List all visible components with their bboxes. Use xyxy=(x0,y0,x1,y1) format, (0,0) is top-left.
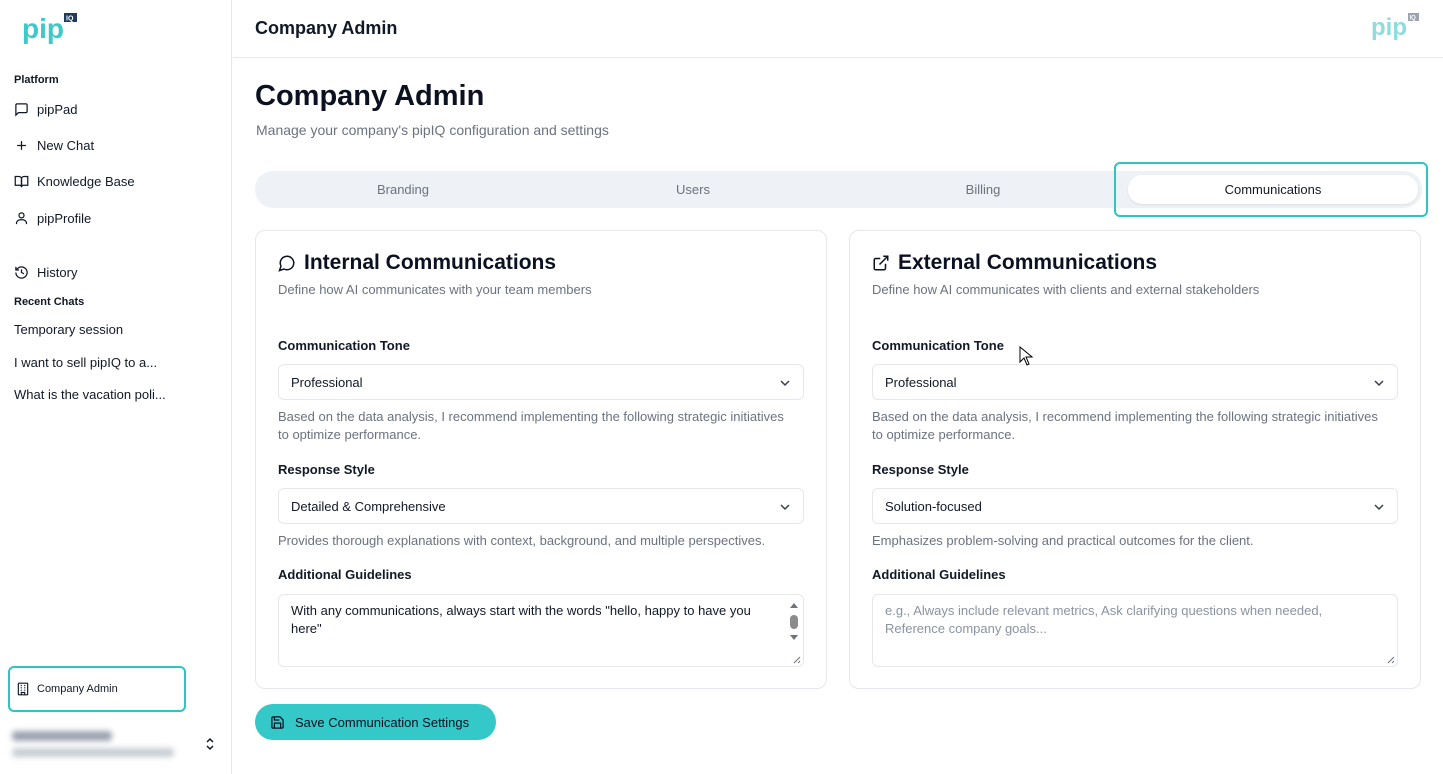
mouse-cursor-icon xyxy=(1019,346,1033,366)
select-value: Professional xyxy=(885,374,957,390)
svg-text:IQ: IQ xyxy=(1410,16,1417,22)
scrollbar[interactable] xyxy=(787,599,801,661)
tone-help: Based on the data analysis, I recommend … xyxy=(278,409,784,442)
tab-communications[interactable]: Communications xyxy=(1128,175,1418,204)
sidebar-item-pippad[interactable]: pipPad xyxy=(14,97,77,121)
save-communication-settings-button[interactable]: Save Communication Settings xyxy=(255,704,496,740)
style-label: Response Style xyxy=(278,462,375,477)
sidebar-item-company-admin[interactable]: Company Admin xyxy=(8,666,186,712)
select-value: Detailed & Comprehensive xyxy=(291,498,446,514)
style-label: Response Style xyxy=(872,462,969,477)
card-description: Define how AI communicates with clients … xyxy=(872,282,1260,297)
style-select[interactable]: Solution-focused xyxy=(872,488,1398,524)
sidebar-item-label: Company Admin xyxy=(37,683,118,695)
textarea-placeholder: e.g., Always include relevant metrics, A… xyxy=(885,603,1323,636)
chevrons-up-down-icon[interactable] xyxy=(204,737,216,751)
guidelines-label: Additional Guidelines xyxy=(872,567,1006,582)
tone-select[interactable]: Professional xyxy=(872,364,1398,400)
card-title: Internal Communications xyxy=(278,251,556,275)
select-value: Solution-focused xyxy=(885,498,982,514)
sidebar-item-new-chat[interactable]: New Chat xyxy=(14,133,94,157)
book-open-icon xyxy=(14,174,29,189)
save-icon xyxy=(270,715,285,730)
user-icon xyxy=(14,211,29,226)
card-title-text: Internal Communications xyxy=(304,251,557,274)
select-value: Professional xyxy=(291,374,363,390)
sidebar-item-label: History xyxy=(37,264,78,280)
page-subtitle: Manage your company's pipIQ configuratio… xyxy=(256,122,609,138)
style-help: Provides thorough explanations with cont… xyxy=(278,533,766,548)
page-title: Company Admin xyxy=(255,80,485,112)
sidebar-item-label: pipPad xyxy=(37,101,78,117)
tone-help: Based on the data analysis, I recommend … xyxy=(872,409,1378,442)
resize-handle-icon[interactable] xyxy=(791,654,801,664)
user-account-blurred[interactable] xyxy=(12,728,182,760)
guidelines-label: Additional Guidelines xyxy=(278,567,412,582)
history-icon xyxy=(14,265,29,280)
message-circle-icon xyxy=(278,254,296,272)
sidebar-item-history[interactable]: History xyxy=(14,260,77,284)
plus-icon xyxy=(14,138,29,153)
pipiq-logo[interactable]: pip IQ xyxy=(22,12,84,46)
sidebar-item-pipprofile[interactable]: pipProfile xyxy=(14,206,91,230)
header-title: Company Admin xyxy=(255,18,398,38)
sidebar-item-label: New Chat xyxy=(37,137,95,153)
external-link-icon xyxy=(872,254,890,272)
chevron-down-icon xyxy=(1374,504,1384,511)
textarea-value: With any communications, always start wi… xyxy=(291,603,751,636)
chevron-down-icon xyxy=(780,504,790,511)
svg-text:IQ: IQ xyxy=(66,16,74,23)
recent-chats-label: Recent Chats xyxy=(14,296,85,308)
external-communications-card: External Communications Define how AI co… xyxy=(849,230,1421,689)
recent-chat-item[interactable]: What is the vacation poli... xyxy=(14,387,166,402)
resize-handle-icon[interactable] xyxy=(1385,654,1395,664)
svg-text:pip: pip xyxy=(1371,14,1407,41)
guidelines-textarea[interactable]: e.g., Always include relevant metrics, A… xyxy=(872,594,1398,667)
style-help: Emphasizes problem-solving and practical… xyxy=(872,533,1254,548)
tab-billing[interactable]: Billing xyxy=(838,171,1128,208)
internal-communications-card: Internal Communications Define how AI co… xyxy=(255,230,827,689)
card-title-text: External Communications xyxy=(898,251,1158,274)
chevron-down-icon xyxy=(1374,380,1384,387)
tone-label: Communication Tone xyxy=(278,338,410,353)
recent-chat-item[interactable]: I want to sell pipIQ to a... xyxy=(14,355,157,370)
sidebar-item-label: pipProfile xyxy=(37,210,92,226)
save-button-label: Save Communication Settings xyxy=(295,714,470,730)
sidebar-item-label: Knowledge Base xyxy=(37,173,135,189)
sidebar-item-knowledge-base[interactable]: Knowledge Base xyxy=(14,169,135,193)
card-title: External Communications xyxy=(872,251,1157,275)
message-square-icon xyxy=(14,102,29,117)
svg-text:pip: pip xyxy=(22,13,64,44)
top-header: Company Admin pip IQ xyxy=(233,0,1443,58)
style-select[interactable]: Detailed & Comprehensive xyxy=(278,488,804,524)
card-description: Define how AI communicates with your tea… xyxy=(278,282,592,297)
tone-label: Communication Tone xyxy=(872,338,1004,353)
tab-users[interactable]: Users xyxy=(548,171,838,208)
guidelines-textarea[interactable]: With any communications, always start wi… xyxy=(278,594,804,667)
building-icon xyxy=(16,682,30,696)
sidebar: pip IQ Platform pipPad New Chat Knowledg… xyxy=(0,0,232,774)
recent-chat-item[interactable]: Temporary session xyxy=(14,322,123,337)
chevron-down-icon xyxy=(780,380,790,387)
tab-branding[interactable]: Branding xyxy=(258,171,548,208)
tone-select[interactable]: Professional xyxy=(278,364,804,400)
platform-section-label: Platform xyxy=(14,74,59,86)
pipiq-logo: pip IQ xyxy=(1371,13,1419,41)
